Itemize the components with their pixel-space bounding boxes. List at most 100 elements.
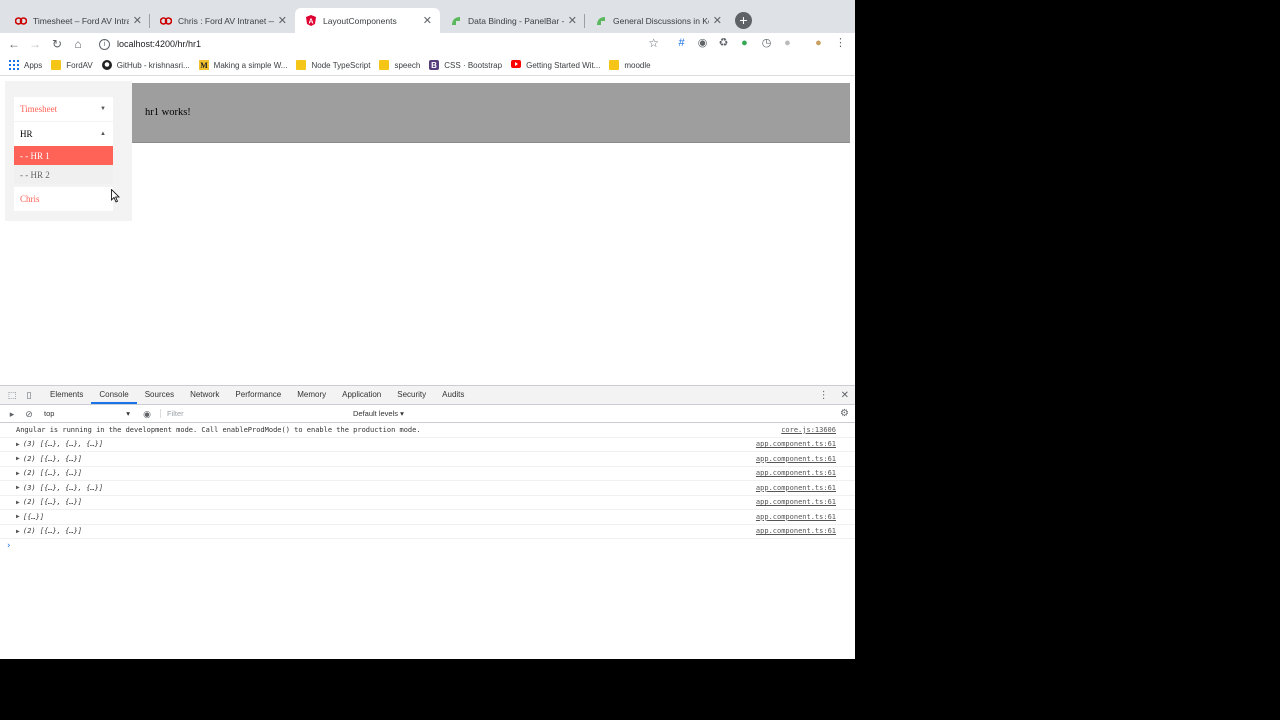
devtools-tab-application[interactable]: Application (334, 386, 389, 404)
chevron-down-icon: ▾ (126, 409, 130, 418)
bookmark-getting-started[interactable]: Getting Started Wit... (511, 60, 600, 70)
source-link[interactable]: app.component.ts:61 (756, 498, 836, 506)
browser-window: Timesheet – Ford AV Intranet ✕ Chris : F… (0, 0, 855, 659)
console-message[interactable]: ▶ (2) [{…}, {…}] app.component.ts:61 (0, 496, 855, 510)
devtools-tab-performance[interactable]: Performance (227, 386, 289, 404)
console-message: Angular is running in the development mo… (0, 423, 855, 438)
bookmark-making-simple[interactable]: M Making a simple W... (198, 60, 287, 70)
expand-arrow-icon[interactable]: ▶ (16, 499, 20, 506)
console-message[interactable]: ▶ [{…}] app.component.ts:61 (0, 510, 855, 525)
devtools-tab-security[interactable]: Security (389, 386, 434, 404)
avatar[interactable]: ● (812, 37, 825, 50)
log-levels-dropdown[interactable]: Default levels ▾ (353, 409, 404, 418)
close-icon[interactable]: ✕ (568, 14, 577, 27)
apps-grid-icon (9, 60, 19, 70)
close-icon[interactable]: ✕ (841, 390, 849, 401)
panelbar-item-chris[interactable]: Chris (14, 187, 113, 211)
close-icon[interactable]: ✕ (278, 14, 287, 27)
source-link[interactable]: app.component.ts:61 (756, 513, 836, 521)
browser-tab-timesheet[interactable]: Timesheet – Ford AV Intranet ✕ (5, 8, 150, 33)
menu-dots-icon[interactable]: ⋮ (834, 37, 847, 50)
source-link[interactable]: app.component.ts:61 (756, 484, 836, 492)
folder-icon (609, 60, 620, 70)
ford-logo-icon (160, 16, 172, 26)
kendo-icon (595, 16, 607, 26)
console-message[interactable]: ▶ (2) [{…}, {…}] app.component.ts:61 (0, 467, 855, 481)
panelbar-subitem-hr1[interactable]: - - HR 1 (14, 146, 113, 165)
browser-tab-layoutcomponents[interactable]: A LayoutComponents ✕ (295, 8, 440, 33)
console-message[interactable]: ▶ (2) [{…}, {…}] app.component.ts:61 (0, 525, 855, 539)
bookmark-moodle[interactable]: moodle (609, 60, 651, 70)
source-link[interactable]: core.js:13606 (781, 426, 836, 434)
new-tab-button[interactable]: + (735, 12, 752, 29)
console-message[interactable]: ▶ (3) [{…}, {…}, {…}] app.component.ts:6… (0, 438, 855, 452)
medium-icon: M (198, 60, 209, 70)
devtools-tab-sources[interactable]: Sources (137, 386, 182, 404)
bookmark-css-bootstrap[interactable]: B CSS · Bootstrap (429, 60, 502, 70)
source-link[interactable]: app.component.ts:61 (756, 440, 836, 448)
star-icon[interactable]: ☆ (648, 36, 659, 50)
expand-arrow-icon[interactable]: ▶ (16, 484, 20, 491)
devtools-menu-icon[interactable]: ⋮ (819, 390, 829, 401)
clock-extension-icon[interactable]: ◷ (760, 37, 773, 50)
source-link[interactable]: app.component.ts:61 (756, 527, 836, 535)
panelbar-subitem-hr2[interactable]: - - HR 2 (14, 165, 113, 184)
console-prompt[interactable]: › (0, 539, 855, 553)
reload-icon[interactable]: ↻ (49, 36, 65, 52)
circle-extension-icon[interactable]: ● (781, 37, 794, 50)
page-content: Timesheet ▼ HR ▲ - - HR 1 - - HR 2 Chris… (0, 76, 855, 385)
info-icon[interactable]: i (99, 38, 110, 50)
mouse-cursor-icon (111, 189, 120, 203)
forward-arrow-icon[interactable]: → (27, 36, 43, 52)
expand-arrow-icon[interactable]: ▶ (16, 470, 20, 477)
gear-icon[interactable]: ⚙ (840, 408, 849, 419)
eye-icon[interactable]: ◉ (142, 409, 152, 419)
inspect-element-icon[interactable]: ⬚ (7, 390, 17, 400)
browser-tab-chris[interactable]: Chris : Ford AV Intranet — Wiki ✕ (150, 8, 295, 33)
expand-arrow-icon[interactable]: ▶ (16, 513, 20, 520)
filter-input[interactable]: Filter (160, 409, 347, 418)
bookmark-apps[interactable]: Apps (9, 60, 42, 70)
caret-up-icon: ▲ (100, 131, 106, 137)
console-message[interactable]: ▶ (2) [{…}, {…}] app.component.ts:61 (0, 452, 855, 467)
source-link[interactable]: app.component.ts:61 (756, 455, 836, 463)
back-arrow-icon[interactable]: ← (6, 36, 22, 52)
device-toolbar-icon[interactable]: ▯ (24, 390, 34, 400)
home-icon[interactable]: ⌂ (70, 36, 86, 52)
context-selector[interactable]: top ▾ (44, 409, 130, 418)
bookmark-github[interactable]: GitHub - krishnasri... (101, 60, 190, 70)
sidebar-toggle-icon[interactable]: ▸ (7, 409, 17, 419)
bookmark-node-typescript[interactable]: Node TypeScript (296, 60, 370, 70)
browser-tab-data-binding[interactable]: Data Binding - PanelBar - Kendo UI ✕ (440, 8, 585, 33)
devtools-tab-network[interactable]: Network (182, 386, 227, 404)
panelbar-item-timesheet[interactable]: Timesheet ▼ (14, 97, 113, 121)
browser-tab-general-discussions[interactable]: General Discussions in Kendo UI ✕ (585, 8, 730, 33)
bookmark-fordav[interactable]: FordAV (51, 60, 93, 70)
source-link[interactable]: app.component.ts:61 (756, 469, 836, 477)
panelbar-item-hr[interactable]: HR ▲ (14, 122, 113, 146)
devtools-tab-audits[interactable]: Audits (434, 386, 472, 404)
recycle-extension-icon[interactable]: ♻ (717, 37, 730, 50)
console-message[interactable]: ▶ (3) [{…}, {…}, {…}] app.component.ts:6… (0, 481, 855, 496)
clear-console-icon[interactable]: ⊘ (24, 409, 34, 419)
expand-arrow-icon[interactable]: ▶ (16, 455, 20, 462)
expand-arrow-icon[interactable]: ▶ (16, 441, 20, 448)
bookmark-speech[interactable]: speech (379, 60, 420, 70)
close-icon[interactable]: ✕ (133, 14, 142, 27)
banner-text: hr1 works! (145, 107, 191, 118)
devtools-tab-memory[interactable]: Memory (289, 386, 334, 404)
globe-extension-icon[interactable]: ◉ (696, 37, 709, 50)
browser-toolbar: ← → ↻ ⌂ i localhost:4200/hr/hr1 ☆ # ◉ ♻ … (0, 33, 855, 55)
hash-extension-icon[interactable]: # (675, 37, 688, 50)
close-icon[interactable]: ✕ (713, 14, 722, 27)
expand-arrow-icon[interactable]: ▶ (16, 528, 20, 535)
evernote-extension-icon[interactable]: ● (738, 37, 751, 50)
svg-text:M: M (200, 61, 208, 70)
youtube-icon (511, 60, 522, 70)
tab-title: Chris : Ford AV Intranet — Wiki (178, 15, 274, 26)
devtools-tab-console[interactable]: Console (91, 386, 137, 404)
address-bar[interactable]: i localhost:4200/hr/hr1 ☆ (93, 34, 667, 54)
close-icon[interactable]: ✕ (423, 14, 432, 27)
ford-logo-icon (15, 16, 27, 26)
devtools-tab-elements[interactable]: Elements (42, 386, 91, 404)
